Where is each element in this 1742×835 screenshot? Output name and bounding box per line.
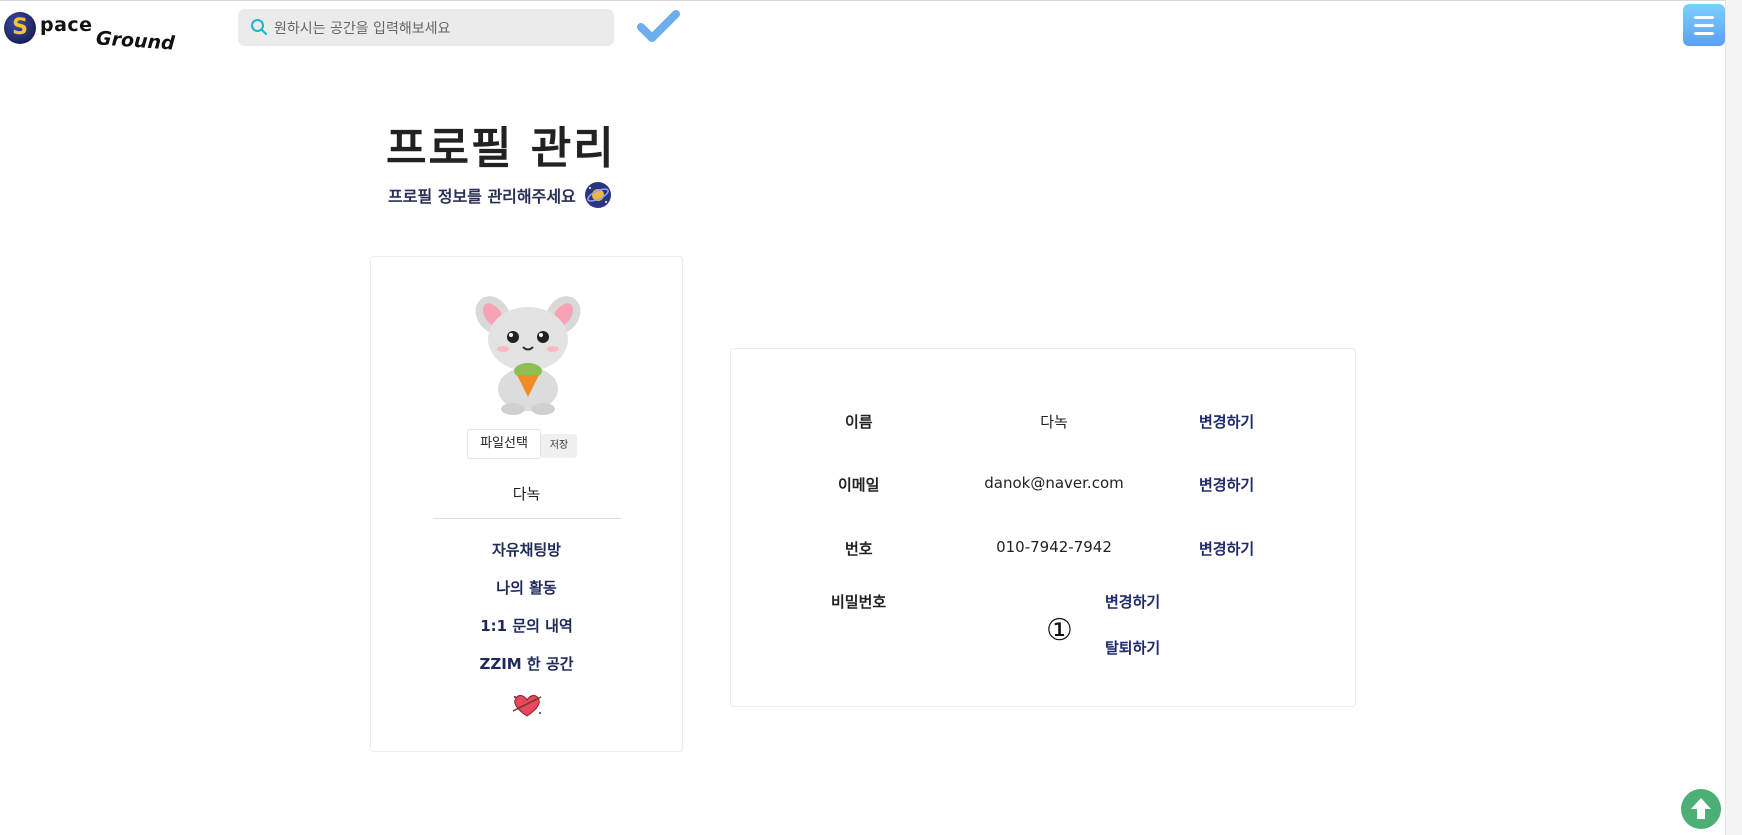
name-label: 이름 — [845, 413, 873, 431]
change-email-button[interactable]: 변경하기 — [1199, 474, 1254, 495]
page-subtitle: 프로필 정보를 관리해주세요 — [388, 187, 576, 206]
bunny-avatar — [475, 296, 581, 415]
password-label: 비밀번호 — [831, 593, 887, 611]
annotation-marker: ① — [1046, 613, 1073, 648]
subtitle-row: 프로필 정보를 관리해주세요 — [388, 180, 612, 210]
name-value: 다녹 — [1040, 413, 1068, 431]
withdraw-button[interactable]: 탈퇴하기 — [1105, 637, 1160, 658]
arrow-up-icon[interactable] — [1680, 788, 1722, 830]
divider — [433, 518, 621, 519]
email-value: danok@naver.com — [984, 474, 1124, 492]
change-phone-button[interactable]: 변경하기 — [1199, 538, 1254, 559]
vertical-scrollbar[interactable] — [1725, 0, 1742, 835]
search-bar — [238, 9, 614, 48]
nickname-label: 다녹 — [512, 485, 541, 503]
profile-info-card: 이름 다녹 변경하기 이메일 danok@naver.com 변경하기 번호 0… — [730, 348, 1356, 707]
email-label: 이메일 — [838, 476, 880, 494]
site-logo[interactable]: S pace Ground — [4, 8, 176, 55]
change-name-button[interactable]: 변경하기 — [1199, 411, 1254, 432]
phone-value: 010-7942-7942 — [996, 538, 1112, 556]
sidebar-link-inquiries[interactable]: 1:1 문의 내역 — [371, 615, 682, 636]
sidebar-link-zzim[interactable]: ZZIM 한 공간 — [371, 653, 682, 674]
logo-badge: S — [4, 12, 36, 44]
change-password-button[interactable]: 변경하기 — [1105, 591, 1160, 612]
logo-text-space: pace — [40, 14, 93, 36]
save-button[interactable]: 저장 — [541, 434, 577, 458]
page-title: 프로필 관리 — [386, 123, 616, 174]
search-input[interactable] — [272, 9, 606, 48]
logo-text-ground: Ground — [95, 27, 176, 55]
check-icon[interactable] — [636, 8, 680, 44]
planet-icon — [584, 182, 611, 208]
profile-sidebar-card: 파일선택 저장 다녹 자유채팅방 나의 활동 1:1 문의 내역 ZZIM 한 … — [370, 256, 683, 752]
heart-icon — [512, 695, 542, 717]
sidebar-link-free-chat[interactable]: 자유채팅방 — [371, 539, 682, 560]
phone-label: 번호 — [845, 540, 873, 558]
top-border — [0, 0, 1742, 1]
search-icon — [251, 19, 267, 35]
file-select-button[interactable]: 파일선택 — [467, 429, 541, 459]
hamburger-menu-icon[interactable] — [1683, 4, 1725, 46]
sidebar-link-my-activity[interactable]: 나의 활동 — [371, 577, 682, 598]
